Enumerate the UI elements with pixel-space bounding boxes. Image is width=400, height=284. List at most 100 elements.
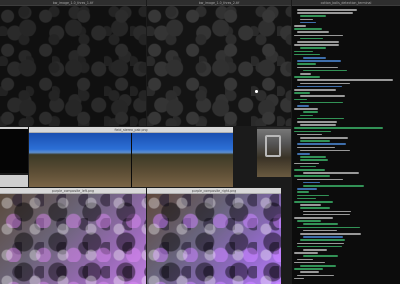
terminal-line [294,34,344,37]
terminal-line [303,255,338,257]
terminal-line [300,265,337,267]
side-panel-left-lower[interactable] [0,175,28,187]
image-canvas[interactable] [0,194,146,284]
terminal-line [297,12,353,14]
terminal-line [297,105,310,107]
terminal-line [297,79,394,81]
terminal-line [303,181,321,184]
terminal-line [300,137,348,139]
terminal-line [294,108,319,110]
terminal-line [300,82,350,85]
terminal-output[interactable] [292,6,400,284]
terminal-line [300,114,314,117]
terminal-line [300,204,322,206]
terminal-line [297,274,334,277]
terminal-line [303,223,338,225]
terminal-line [300,271,319,273]
camera-rig-shape [265,135,281,157]
terminal-line [297,133,323,136]
terminal-line [294,261,325,264]
field-image-right [131,133,233,187]
terminal-line [297,188,318,190]
terminal-line [294,92,311,94]
terminal-line [297,242,344,245]
terminal-line [297,66,338,69]
terminal-line [303,213,351,216]
terminal-line [297,9,358,11]
terminal-line [300,207,330,209]
terminal-line [297,146,336,149]
highlight-blob [255,90,258,93]
terminal-line [294,50,313,53]
terminal-line [297,41,339,43]
image-canvas[interactable] [29,133,233,187]
terminal-line [294,76,320,78]
terminal-line [297,226,360,229]
terminal-line [297,258,314,261]
image-canvas[interactable] [147,6,291,126]
image-canvas[interactable] [147,194,281,284]
terminal-line [303,185,365,187]
terminal-line [300,15,327,17]
terminal-line [294,127,384,129]
terminal-line [294,162,319,165]
terminal-line [300,140,330,142]
terminal-line [303,69,348,72]
terminal-line [300,73,311,75]
terminal-line [303,249,327,251]
terminal-line [297,153,311,155]
terminal-line [300,165,317,168]
terminal-line [303,236,343,238]
image-window-camera[interactable] [257,127,291,177]
terminal-line [297,191,310,193]
terminal-line [294,89,336,91]
image-window-bottom-left[interactable]: purple_composite_left.png [0,188,146,284]
terminal-line [303,210,351,213]
terminal-line [297,197,316,200]
terminal-line [294,201,334,203]
image-window-field[interactable]: field_stereo_pair.png [29,127,233,187]
terminal-line [294,53,321,56]
terminal-line [303,172,360,174]
terminal-line [297,31,329,33]
terminal-line [300,101,344,104]
terminal-line [300,95,345,97]
image-canvas[interactable] [0,6,146,126]
terminal-line [297,143,346,145]
terminal-line [297,117,345,120]
terminal-line [294,252,319,254]
image-window-bottom-right[interactable]: purple_composite_right.png [147,188,281,284]
terminal-line [300,233,362,235]
terminal-line [303,57,326,59]
terminal-line [303,229,338,232]
terminal-line [300,21,317,24]
terminal-window[interactable]: cotton_bolls_detection_terminal [292,0,400,284]
terminal-line [300,159,328,161]
terminal-line [300,37,324,40]
terminal-line [300,124,336,126]
terminal-line [297,60,341,62]
terminal-line [297,178,344,181]
terminal-line [297,194,330,197]
terminal-line [297,63,317,65]
image-window-top-right[interactable]: bw_image_1.0_thres_2.tif [147,0,291,126]
terminal-line [297,121,337,123]
terminal-line [294,268,324,270]
terminal-line [303,111,319,113]
terminal-line [297,245,342,248]
terminal-line [297,220,322,222]
side-panel-left[interactable] [0,127,28,173]
terminal-line [300,47,327,49]
terminal-line [294,130,332,133]
terminal-line [294,217,333,219]
terminal-line [300,156,326,158]
terminal-line [297,85,342,88]
terminal-line [294,25,306,27]
terminal-line [300,18,314,21]
terminal-line [294,98,308,101]
terminal-line [294,277,305,280]
image-window-top-left[interactable]: bw_image_1.0_thres_1.tif [0,0,146,126]
terminal-line [294,28,322,30]
terminal-line [294,169,326,171]
image-canvas[interactable] [257,129,291,177]
